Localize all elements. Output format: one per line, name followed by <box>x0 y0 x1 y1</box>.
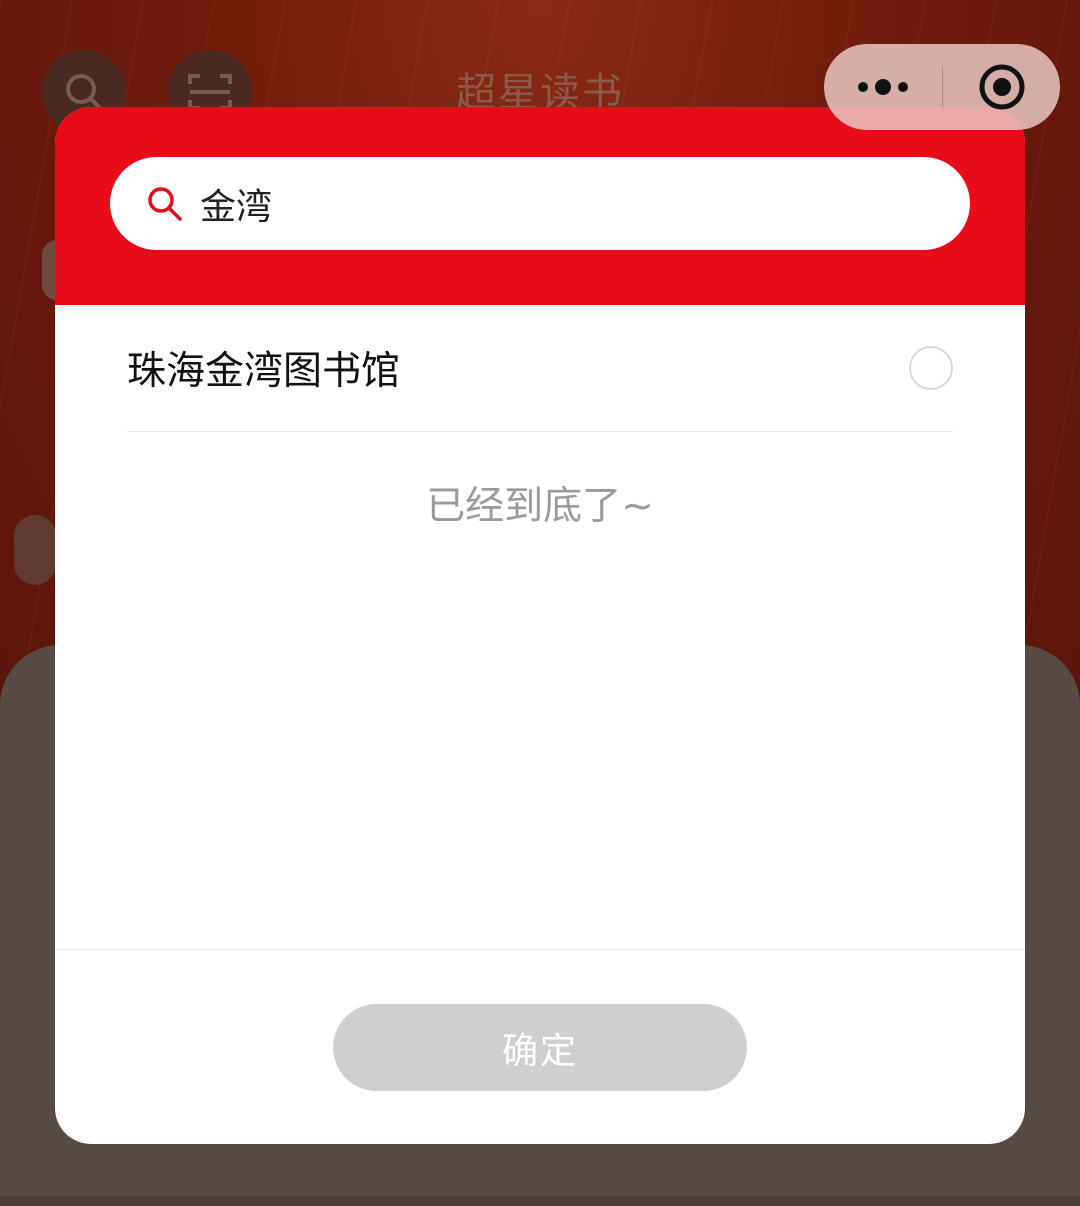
target-circle-icon <box>979 64 1024 110</box>
close-miniprogram-button[interactable] <box>943 44 1060 130</box>
more-dots-icon <box>858 79 908 95</box>
miniprogram-capsule <box>824 44 1060 130</box>
footer-divider <box>55 949 1025 950</box>
search-input[interactable] <box>200 183 900 224</box>
background-chip <box>14 515 56 585</box>
library-name: 珠海金湾图书馆 <box>127 349 401 394</box>
confirm-button[interactable]: 确定 <box>333 1004 747 1091</box>
radio-button[interactable] <box>909 346 953 390</box>
background-bottom-bar <box>0 1196 1080 1206</box>
search-icon <box>146 185 184 223</box>
list-item[interactable]: 珠海金湾图书馆 <box>127 305 953 432</box>
end-of-list-text: 已经到底了~ <box>426 484 654 529</box>
more-button[interactable] <box>824 44 942 130</box>
screen: 超星读书 金湾 珠海金湾图书馆 已经到底了~ 确定 <box>0 0 1080 1206</box>
dialog-header <box>55 107 1025 305</box>
search-box[interactable] <box>110 157 970 250</box>
library-select-dialog: 珠海金湾图书馆 已经到底了~ 确定 <box>55 107 1025 1144</box>
